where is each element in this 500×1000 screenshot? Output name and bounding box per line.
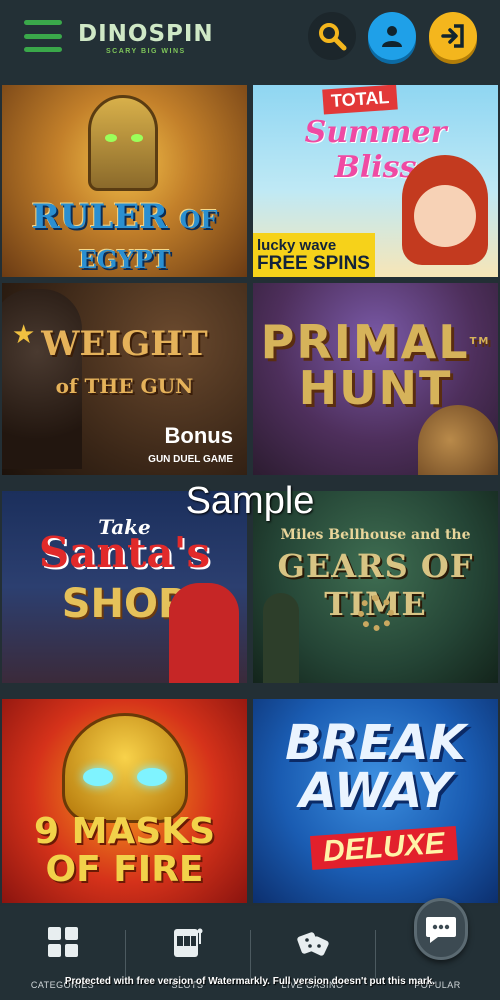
character-art	[263, 593, 299, 683]
total-badge: TOTAL	[322, 85, 399, 115]
game-tile-break-away-deluxe[interactable]: BREAK AWAY DELUXE	[253, 699, 498, 903]
game-tile-primal-hunt[interactable]: PRIMALTM HUNT	[253, 283, 498, 475]
gear-icon	[358, 595, 394, 631]
game-title: RULER OF EGYPT	[31, 197, 218, 274]
game-title: Santa's	[38, 528, 211, 577]
bonus-label: Bonus	[164, 423, 233, 448]
character-art	[169, 583, 239, 683]
game-title: WEIGHT of THE GUN	[41, 324, 208, 398]
bonus-sublabel: GUN DUEL GAME	[148, 454, 233, 465]
game-tile-weight-of-the-gun[interactable]: ★ WEIGHT of THE GUN Bonus GUN DUEL GAME	[2, 283, 247, 475]
game-tile-9-masks-of-fire[interactable]: 9 MASKS OF FIRE	[2, 699, 247, 903]
search-button[interactable]	[308, 12, 356, 60]
game-title: 9 MASKS OF FIRE	[33, 811, 216, 890]
menu-icon[interactable]	[24, 20, 62, 52]
user-icon	[382, 26, 402, 47]
character-art	[402, 155, 488, 265]
search-icon	[319, 23, 347, 51]
promo-label: lucky wave FREE SPINS	[253, 233, 375, 277]
slot-machine-icon	[173, 928, 202, 957]
game-title: BREAK AWAY	[285, 715, 466, 819]
deluxe-badge: DELUXE	[309, 825, 458, 871]
brand-name: DINOSPIN	[78, 21, 214, 47]
brand-tagline: SCARY BIG WINS	[105, 48, 186, 55]
login-icon	[441, 24, 464, 48]
protected-notice: Protected with free version of Watermark…	[64, 976, 436, 987]
grid-icon	[47, 927, 78, 957]
site-logo[interactable]: DINOSPIN SCARY BIG WINS	[78, 22, 214, 55]
game-title: PRIMALTM HUNT	[260, 315, 491, 415]
game-subtitle: Miles Bellhouse and the	[280, 527, 471, 543]
watermark-text: Sample	[185, 480, 315, 522]
game-tile-ruler-of-egypt[interactable]: RULER OF EGYPT	[2, 85, 247, 277]
mask-art	[62, 713, 188, 823]
mummy-art	[88, 95, 158, 191]
dice-icon	[296, 932, 329, 956]
game-tile-summer-bliss[interactable]: TOTAL Summer Bliss lucky wave FREE SPINS	[253, 85, 498, 277]
chat-icon	[426, 917, 456, 943]
chat-button[interactable]	[414, 898, 468, 960]
casino-page: DINOSPIN SCARY BIG WINS RULER OF EGYPT T…	[0, 0, 500, 1000]
top-header: DINOSPIN SCARY BIG WINS	[0, 0, 500, 85]
account-button[interactable]	[368, 12, 416, 60]
login-button[interactable]	[429, 12, 477, 60]
lion-art	[418, 405, 498, 475]
